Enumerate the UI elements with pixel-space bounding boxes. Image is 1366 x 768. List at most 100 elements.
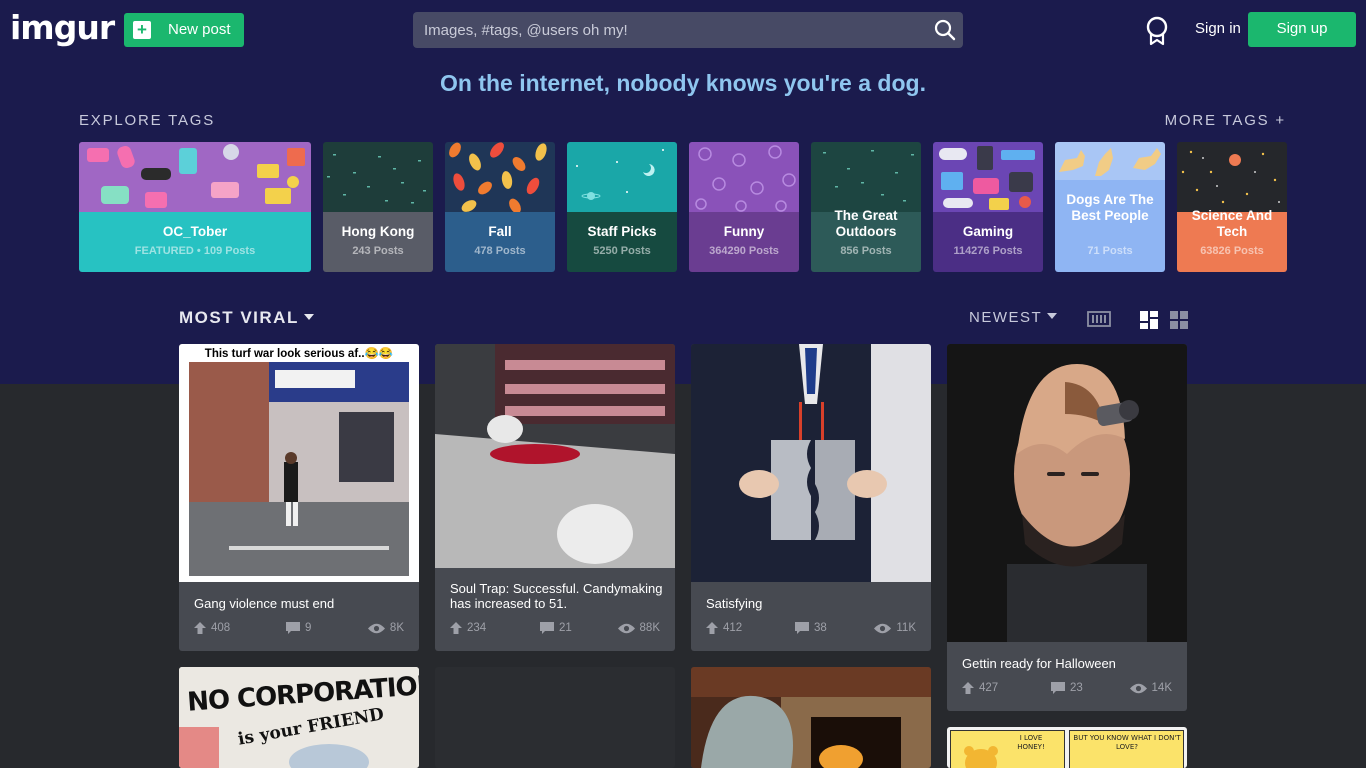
tag-info (79, 212, 311, 272)
top-bar: imgur + New post Sign in Sign up (0, 0, 1366, 60)
view-count: 88K (639, 622, 660, 634)
tag-card-gaming[interactable]: Gaming 114276 Posts (933, 142, 1043, 272)
post-card[interactable] (691, 667, 931, 768)
tag-name: OC_Tober (162, 224, 228, 239)
tag-art (567, 142, 677, 212)
halloween-scene (947, 344, 1187, 642)
upvote-count: 408 (211, 622, 231, 634)
view-count: 11K (896, 622, 916, 634)
post-card[interactable]: This turf war look serious af..😂😂 Gang v… (179, 344, 419, 651)
pooh-icon (964, 746, 998, 768)
view-count: 14K (1151, 682, 1172, 694)
comic-text: I LOVE HONEY! (1017, 734, 1045, 751)
tag-post-count: 856 Posts (840, 245, 892, 257)
post-image (435, 344, 675, 568)
post-image (947, 344, 1187, 642)
explore-tags-heading: EXPLORE TAGS (79, 112, 216, 129)
tag-name: Fall (488, 224, 512, 239)
post-stats: 234 21 88K (450, 622, 660, 636)
comment-icon (540, 622, 554, 634)
tag-name: Dogs Are The Best People (1066, 192, 1154, 223)
post-stats: 427 23 14K (962, 682, 1172, 696)
tag-name: Hong Kong (341, 224, 415, 239)
search-icon[interactable] (934, 19, 956, 41)
eye-icon (367, 623, 385, 633)
tag-post-count: 364290 Posts (709, 245, 779, 257)
tag-info (323, 212, 433, 272)
post-title: Gang violence must end (194, 596, 335, 611)
tagline: On the internet, nobody knows you're a d… (440, 70, 926, 96)
filmstrip-view-icon[interactable] (1087, 311, 1111, 327)
tag-post-count: FEATURED • 109 Posts (134, 245, 256, 257)
tag-name: Staff Picks (587, 224, 657, 239)
street-scene (189, 362, 409, 576)
tag-name: Funny (723, 224, 765, 239)
order-label: NEWEST (969, 309, 1043, 326)
upvote-icon[interactable] (706, 622, 718, 634)
post-title: Soul Trap: Successful. Candymaking has i… (450, 581, 663, 611)
waterfall-view-icon[interactable] (1140, 311, 1158, 329)
tag-post-count: 5250 Posts (593, 245, 651, 257)
post-stats: 412 38 11K (706, 622, 916, 636)
post-card[interactable]: Soul Trap: Successful. Candymaking has i… (435, 344, 675, 651)
post-card[interactable]: I LOVE HONEY! BUT YOU KNOW WHAT I DON'T … (947, 727, 1187, 768)
imgur-logo[interactable]: imgur (10, 8, 115, 47)
tag-art (811, 142, 921, 212)
upvote-icon[interactable] (194, 622, 206, 634)
tag-card-science-and-tech[interactable]: Science And Tech 63826 Posts (1177, 142, 1287, 272)
tag-card-hong-kong[interactable]: Hong Kong 243 Posts (323, 142, 433, 272)
upvote-icon[interactable] (962, 682, 974, 694)
grid-view-icon[interactable] (1170, 311, 1188, 329)
comment-count: 23 (1070, 682, 1083, 694)
tag-card-oc-tober[interactable]: OC_Tober FEATURED • 109 Posts (79, 142, 311, 272)
tag-art (933, 142, 1043, 212)
comic-text: BUT YOU KNOW WHAT I DON'T LOVE? (1073, 734, 1181, 751)
order-dropdown[interactable]: NEWEST (969, 309, 1058, 326)
tag-name: The Great Outdoors (834, 208, 898, 239)
tag-card-fall[interactable]: Fall 478 Posts (445, 142, 555, 272)
chevron-down-icon (303, 313, 314, 320)
post-card[interactable] (435, 667, 675, 768)
tag-card-the-great-outdoors[interactable]: The Great Outdoors 856 Posts (811, 142, 921, 272)
tag-card-dogs-are-the-best-people[interactable]: Dogs Are The Best People 71 Posts (1055, 142, 1165, 272)
upvote-count: 427 (979, 682, 999, 694)
eye-icon (617, 623, 635, 633)
post-card[interactable]: Gettin ready for Halloween 427 23 14K (947, 344, 1187, 711)
image-caption: This turf war look serious af..😂😂 (204, 348, 394, 360)
post-card[interactable]: Satisfying 412 38 11K (691, 344, 931, 651)
tag-post-count: 71 Posts (1087, 245, 1133, 257)
post-image: This turf war look serious af..😂😂 (179, 344, 419, 582)
eye-icon (1129, 683, 1147, 693)
comment-count: 9 (305, 622, 312, 634)
post-card[interactable]: NO CORPORATION is your FRIEND (179, 667, 419, 768)
sign-in-link[interactable]: Sign in (1195, 20, 1241, 37)
tag-post-count: 478 Posts (474, 245, 526, 257)
chevron-down-icon (1047, 313, 1058, 320)
comment-icon (1051, 682, 1065, 694)
tag-name: Gaming (962, 224, 1014, 239)
post-image (691, 344, 931, 582)
post-stats: 408 9 8K (194, 622, 404, 636)
tag-post-count: 63826 Posts (1200, 245, 1264, 257)
search-input[interactable] (413, 12, 924, 48)
comment-count: 38 (814, 622, 827, 634)
new-post-label: New post (168, 21, 231, 38)
eye-icon (874, 623, 892, 633)
sort-dropdown[interactable]: MOST VIRAL (179, 308, 314, 328)
post-title: Gettin ready for Halloween (962, 656, 1116, 671)
medal-icon[interactable] (1144, 16, 1170, 46)
tag-art (1177, 142, 1287, 212)
tag-card-staff-picks[interactable]: Staff Picks 5250 Posts (567, 142, 677, 272)
more-tags-link[interactable]: MORE TAGS + (1165, 112, 1286, 129)
search-bar (413, 12, 963, 48)
sort-label: MOST VIRAL (179, 308, 299, 327)
upvote-icon[interactable] (450, 622, 462, 634)
tag-info (445, 212, 555, 272)
tag-card-funny[interactable]: Funny 364290 Posts (689, 142, 799, 272)
new-post-button[interactable]: + New post (124, 13, 244, 47)
tag-art (79, 142, 311, 212)
sign-up-button[interactable]: Sign up (1248, 12, 1356, 47)
comment-count: 21 (559, 622, 572, 634)
tag-art (445, 142, 555, 212)
tag-art (1055, 142, 1165, 180)
